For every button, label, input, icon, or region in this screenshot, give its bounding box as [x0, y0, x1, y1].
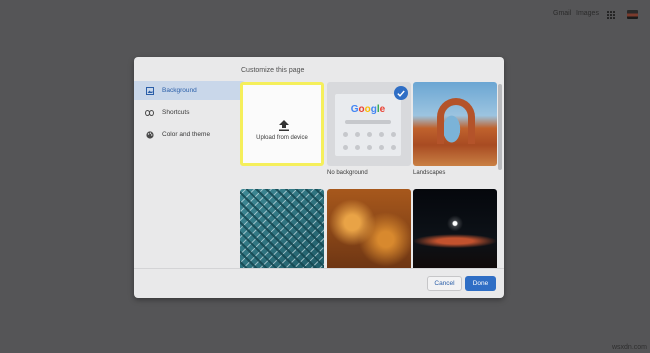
sidebar-item-label: Color and theme	[162, 131, 211, 138]
watermark: wsxdn.com	[611, 344, 647, 351]
link-icon	[145, 108, 154, 117]
upload-label: Upload from device	[256, 135, 308, 141]
background-grid: Upload from device Google No background …	[238, 82, 497, 268]
background-tile-space[interactable]	[413, 189, 497, 268]
dialog-title: Customize this page	[241, 67, 305, 74]
no-background-label: No background	[327, 170, 368, 176]
sidebar-item-color-and-theme[interactable]: Color and theme	[134, 125, 254, 144]
sidebar-item-label: Shortcuts	[162, 109, 190, 116]
top-bar: Gmail Images	[0, 0, 650, 30]
selected-check-icon	[394, 86, 408, 100]
background-tile-architecture[interactable]	[240, 189, 324, 268]
images-link[interactable]: Images	[576, 10, 599, 17]
footer-divider	[134, 268, 504, 269]
sidebar-nav: Background Shortcuts Color and theme	[134, 81, 254, 147]
background-tile-texture[interactable]	[327, 189, 411, 268]
upload-icon	[279, 118, 289, 136]
avatar[interactable]	[627, 10, 638, 19]
cancel-button[interactable]: Cancel	[427, 276, 462, 291]
arch-image	[437, 98, 475, 144]
gmail-link[interactable]: Gmail	[553, 10, 571, 17]
sidebar-item-label: Background	[162, 87, 197, 94]
sidebar-item-shortcuts[interactable]: Shortcuts	[134, 103, 254, 122]
new-tab-preview: Google	[335, 94, 401, 156]
apps-grid-icon[interactable]	[607, 11, 616, 20]
landscapes-label: Landscapes	[413, 170, 446, 176]
upload-from-device-tile[interactable]: Upload from device	[240, 82, 324, 166]
done-button[interactable]: Done	[465, 276, 496, 291]
image-icon	[145, 86, 154, 95]
scrollbar[interactable]	[498, 84, 502, 170]
google-logo: Google	[350, 104, 386, 115]
customize-dialog: Background Shortcuts Color and theme Cus…	[134, 57, 504, 298]
search-bar-preview	[345, 120, 391, 124]
landscapes-tile[interactable]	[413, 82, 497, 166]
sidebar-item-background[interactable]: Background	[134, 81, 250, 100]
palette-icon	[145, 130, 154, 139]
